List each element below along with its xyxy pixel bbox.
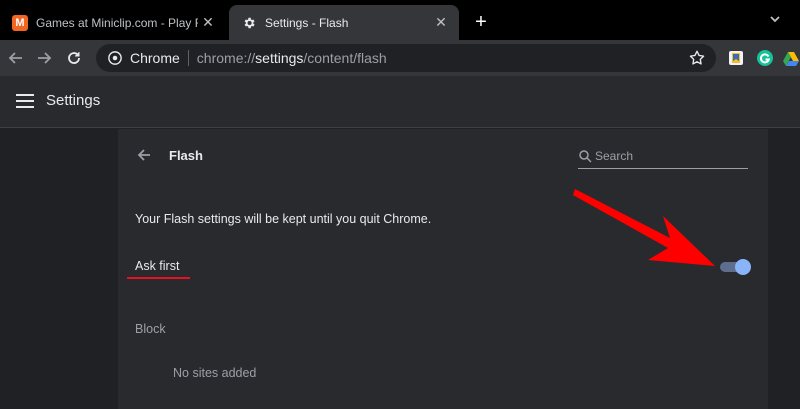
reload-icon <box>68 52 80 64</box>
back-button[interactable] <box>4 46 28 70</box>
annotation-arrow-icon <box>573 189 715 266</box>
tab-miniclip[interactable]: M Games at Miniclip.com - Play Free ✕ <box>0 5 226 40</box>
block-section-label: Block <box>135 322 166 336</box>
arrow-left-icon <box>8 52 22 64</box>
settings-header: Settings <box>0 76 800 128</box>
star-icon[interactable] <box>688 49 706 67</box>
section-title: Flash <box>169 148 203 163</box>
arrow-right-icon <box>38 52 52 64</box>
search-input[interactable] <box>595 147 745 165</box>
address-bar[interactable]: Chrome chrome://settings/content/flash <box>96 44 716 72</box>
browser-toolbar: Chrome chrome://settings/content/flash <box>0 40 800 76</box>
annotation-underline <box>127 277 190 279</box>
flash-info-text: Your Flash settings will be kept until y… <box>135 212 432 226</box>
tab-strip: M Games at Miniclip.com - Play Free ✕ Se… <box>0 0 800 40</box>
gear-icon <box>241 15 257 31</box>
menu-icon[interactable] <box>16 94 34 108</box>
grammarly-icon[interactable] <box>756 49 774 67</box>
chrome-icon <box>108 51 122 65</box>
url-text: chrome://settings/content/flash <box>197 50 387 66</box>
url-path: /content/flash <box>303 50 387 66</box>
close-icon[interactable]: ✕ <box>198 13 218 33</box>
ask-first-label: Ask first <box>135 259 180 273</box>
new-tab-button[interactable]: + <box>470 11 492 33</box>
chevron-down-icon[interactable] <box>768 12 782 26</box>
url-prefix: chrome:// <box>196 50 256 66</box>
search-icon <box>579 150 592 163</box>
search-field[interactable] <box>578 147 748 169</box>
tab-title: Settings - Flash <box>265 15 349 30</box>
url-host: settings <box>255 50 304 66</box>
extension-bookmark-icon[interactable] <box>727 49 745 67</box>
tab-title: Games at Miniclip.com - Play Free <box>36 15 198 30</box>
tab-settings-flash[interactable]: Settings - Flash ✕ <box>229 5 459 40</box>
omnibox-separator <box>187 50 189 66</box>
arrow-left-icon[interactable] <box>135 146 153 164</box>
reload-button[interactable] <box>62 46 86 70</box>
miniclip-icon: M <box>12 14 28 31</box>
google-drive-icon[interactable] <box>782 49 800 67</box>
page-title: Settings <box>46 92 101 109</box>
ask-first-toggle[interactable] <box>720 259 751 275</box>
omnibox-chrome-label: Chrome <box>130 50 180 66</box>
no-sites-text: No sites added <box>173 366 257 380</box>
forward-button[interactable] <box>32 46 56 70</box>
toggle-knob <box>735 259 751 275</box>
close-icon[interactable]: ✕ <box>431 13 451 33</box>
